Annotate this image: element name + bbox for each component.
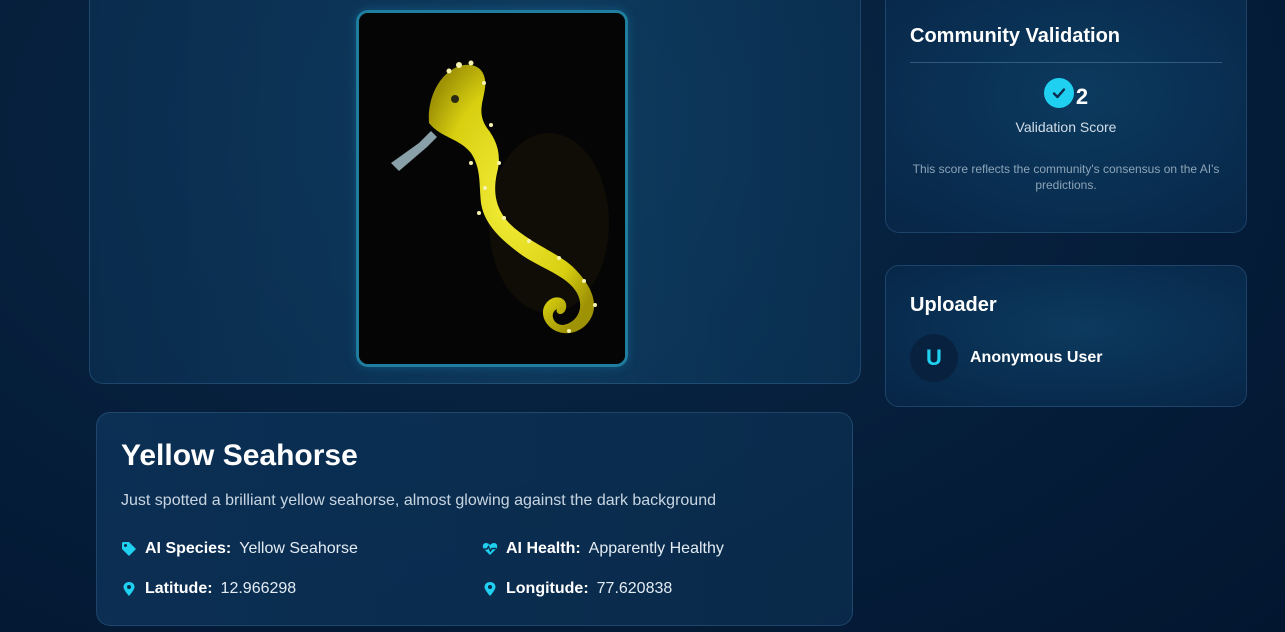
longitude-label: Longitude: — [506, 580, 589, 597]
uploader-heading: Uploader — [910, 294, 997, 316]
tag-icon — [121, 541, 137, 557]
longitude-field: Longitude: 77.620838 — [482, 580, 672, 598]
uploader-panel: Uploader U Anonymous User — [885, 265, 1247, 407]
validation-score-value: 2 — [1075, 84, 1089, 109]
ai-health-field: AI Health: Apparently Healthy — [482, 540, 724, 558]
latitude-value: 12.966298 — [220, 580, 297, 597]
ai-species-field: AI Species: Yellow Seahorse — [121, 540, 358, 558]
check-circle-icon — [1043, 78, 1074, 108]
ai-health-label: AI Health: — [506, 540, 581, 557]
seahorse-image — [359, 13, 625, 364]
community-validation-panel: Community Validation 2 Validation Score … — [885, 0, 1247, 233]
uploader-name[interactable]: Anonymous User — [970, 349, 1102, 367]
observation-title: Yellow Seahorse — [121, 439, 358, 472]
latitude-label: Latitude: — [145, 580, 213, 597]
validation-heading: Community Validation — [910, 25, 1121, 47]
validation-score-label: Validation Score — [1015, 119, 1117, 135]
validation-note: This score reflects the community's cons… — [912, 162, 1220, 192]
image-panel — [89, 0, 861, 384]
divider — [910, 62, 1222, 63]
longitude-value: 77.620838 — [596, 580, 673, 597]
map-pin-icon — [482, 581, 498, 597]
heart-pulse-icon — [482, 541, 498, 557]
observation-details-panel: Yellow Seahorse Just spotted a brilliant… — [96, 412, 853, 626]
ai-health-value: Apparently Healthy — [588, 540, 724, 557]
observation-photo[interactable] — [356, 10, 628, 367]
avatar[interactable]: U — [910, 334, 958, 382]
map-pin-icon — [121, 581, 137, 597]
latitude-field: Latitude: 12.966298 — [121, 580, 296, 598]
ai-species-label: AI Species: — [145, 540, 232, 557]
observation-description: Just spotted a brilliant yellow seahorse… — [121, 492, 716, 509]
ai-species-value: Yellow Seahorse — [239, 540, 358, 557]
validation-score-display: 2 — [886, 78, 1246, 108]
